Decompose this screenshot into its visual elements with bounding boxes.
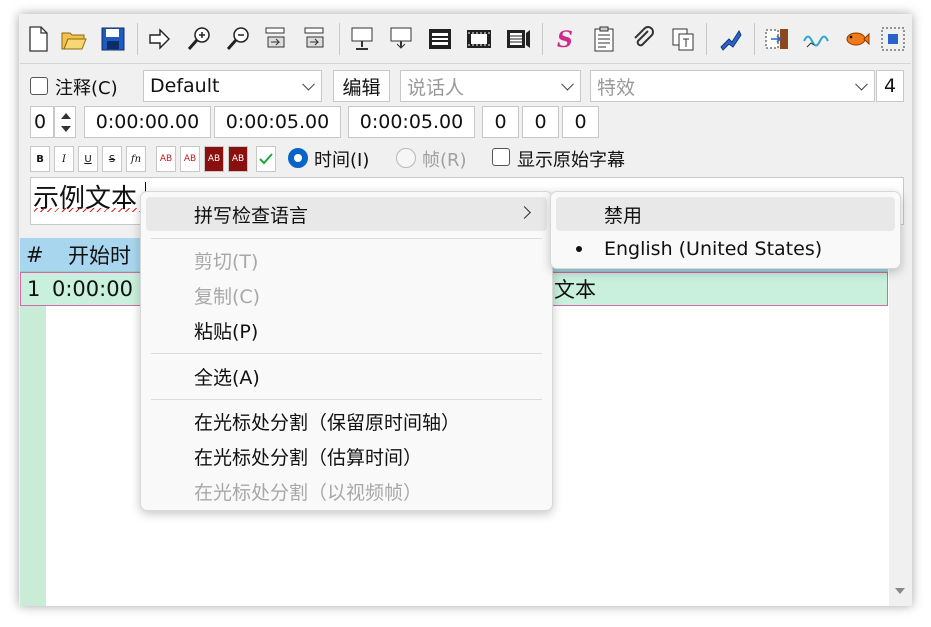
submenu-item-english[interactable]: English (United States) xyxy=(556,232,895,266)
toolbar: S xyxy=(20,15,911,64)
outline-color-button[interactable]: AB xyxy=(204,146,224,172)
time-radio[interactable] xyxy=(288,148,308,168)
margin-left-field[interactable]: 0 xyxy=(482,106,519,138)
import-icon[interactable] xyxy=(762,23,792,55)
underline-button[interactable]: U xyxy=(78,146,98,172)
scroll-down-icon[interactable] xyxy=(895,588,905,594)
chevron-down-icon xyxy=(561,77,574,91)
context-menu: 拼写检查语言 剪切(T) 复制(C) 粘贴(P) 全选(A) 在光标处分割（保留… xyxy=(140,191,553,511)
menu-item-cut[interactable]: 剪切(T) xyxy=(146,243,547,277)
menu-item-copy[interactable]: 复制(C) xyxy=(146,278,547,312)
shadow-color-button[interactable]: AB xyxy=(228,146,248,172)
actor-combo[interactable]: 说话人 xyxy=(400,70,581,102)
secondary-color-button[interactable]: AB xyxy=(180,146,200,172)
shift-timing-icon[interactable] xyxy=(261,23,291,55)
arrow-right-icon[interactable] xyxy=(144,23,174,55)
duration-field[interactable]: 0:00:05.00 xyxy=(348,106,475,138)
menu-item-split-keep[interactable]: 在光标处分割（保留原时间轴） xyxy=(146,404,547,438)
menu-separator xyxy=(151,399,542,400)
commit-button[interactable] xyxy=(256,146,276,172)
strikeout-button[interactable]: S xyxy=(102,146,122,172)
row-number: 1 xyxy=(27,277,41,301)
char-count-field: 4 xyxy=(876,70,904,102)
menu-item-paste[interactable]: 粘贴(P) xyxy=(146,313,547,347)
margin-right-field[interactable]: 0 xyxy=(522,106,559,138)
frame-radio[interactable] xyxy=(396,148,416,168)
effect-placeholder: 特效 xyxy=(597,76,636,99)
video-icon[interactable] xyxy=(503,23,533,55)
show-original-label: 显示原始字幕 xyxy=(517,150,625,171)
frame-radio-label: 帧(R) xyxy=(422,150,467,171)
select-frame-icon[interactable] xyxy=(878,23,908,55)
film-strip-icon[interactable] xyxy=(464,23,494,55)
actor-placeholder: 说话人 xyxy=(407,76,465,99)
end-time-field[interactable]: 0:00:05.00 xyxy=(214,106,341,138)
submenu-item-label: English (United States) xyxy=(604,238,823,260)
zoom-in-icon[interactable] xyxy=(184,23,214,55)
layer-spinner[interactable] xyxy=(54,106,76,138)
insert-above-icon[interactable] xyxy=(347,23,377,55)
grid-gutter xyxy=(20,272,46,606)
menu-item-split-estimate[interactable]: 在光标处分割（估算时间） xyxy=(146,439,547,473)
effect-combo[interactable]: 特效 xyxy=(590,70,875,102)
chevron-down-icon xyxy=(302,77,315,91)
layer-field[interactable]: 0 xyxy=(30,106,54,138)
attachments-icon[interactable] xyxy=(629,23,659,55)
spin-down-icon[interactable] xyxy=(61,126,71,132)
zoom-out-icon[interactable] xyxy=(223,23,253,55)
spell-language-submenu: 禁用 English (United States) xyxy=(550,191,901,269)
row-text: 文本 xyxy=(554,278,596,302)
header-start[interactable]: 开始时 xyxy=(68,238,131,272)
styles-icon[interactable]: S xyxy=(550,23,580,55)
menu-item-spell-language[interactable]: 拼写检查语言 xyxy=(146,197,547,231)
comment-label: 注释(C) xyxy=(55,78,118,99)
new-icon[interactable] xyxy=(23,23,53,55)
style-value: Default xyxy=(150,75,220,97)
resample-icon[interactable] xyxy=(668,23,698,55)
grid-scrollbar[interactable] xyxy=(889,238,911,606)
open-icon[interactable] xyxy=(59,23,89,55)
fish-icon[interactable] xyxy=(841,23,871,55)
row-start: 0:00:00 xyxy=(52,277,133,301)
header-number[interactable]: # xyxy=(26,238,44,272)
start-time-field[interactable]: 0:00:00.00 xyxy=(84,106,211,138)
selected-bullet-icon xyxy=(576,246,582,252)
font-button[interactable]: fn xyxy=(126,146,146,172)
audio-wave-icon[interactable] xyxy=(801,23,831,55)
menu-item-split-video[interactable]: 在光标处分割（以视频帧） xyxy=(146,474,547,508)
shift-timing-2-icon[interactable] xyxy=(300,23,330,55)
notes-icon[interactable] xyxy=(589,23,619,55)
comment-checkbox[interactable] xyxy=(30,77,48,95)
style-combo[interactable]: Default xyxy=(143,70,322,102)
menu-separator xyxy=(151,238,542,239)
spin-up-icon[interactable] xyxy=(61,113,71,119)
submenu-item-disable[interactable]: 禁用 xyxy=(556,197,895,231)
menu-item-label: 拼写检查语言 xyxy=(194,204,309,227)
insert-below-icon[interactable] xyxy=(386,23,416,55)
margin-vertical-field[interactable]: 0 xyxy=(562,106,599,138)
check-icon xyxy=(259,153,273,165)
chevron-right-icon xyxy=(518,206,531,219)
menu-separator xyxy=(151,353,542,354)
menu-item-select-all[interactable]: 全选(A) xyxy=(146,359,547,393)
italic-button[interactable]: I xyxy=(54,146,74,172)
show-original-checkbox[interactable] xyxy=(492,148,510,166)
save-icon[interactable] xyxy=(98,23,128,55)
svg-text:S: S xyxy=(557,27,573,53)
bold-button[interactable]: B xyxy=(30,146,50,172)
film-icon[interactable] xyxy=(425,23,455,55)
time-radio-label: 时间(I) xyxy=(314,150,370,171)
chevron-down-icon xyxy=(855,77,868,91)
spell-error-underline xyxy=(34,208,144,212)
edit-style-button[interactable]: 编辑 xyxy=(333,70,390,102)
primary-color-button[interactable]: AB xyxy=(156,146,176,172)
automation-icon[interactable] xyxy=(715,23,745,55)
